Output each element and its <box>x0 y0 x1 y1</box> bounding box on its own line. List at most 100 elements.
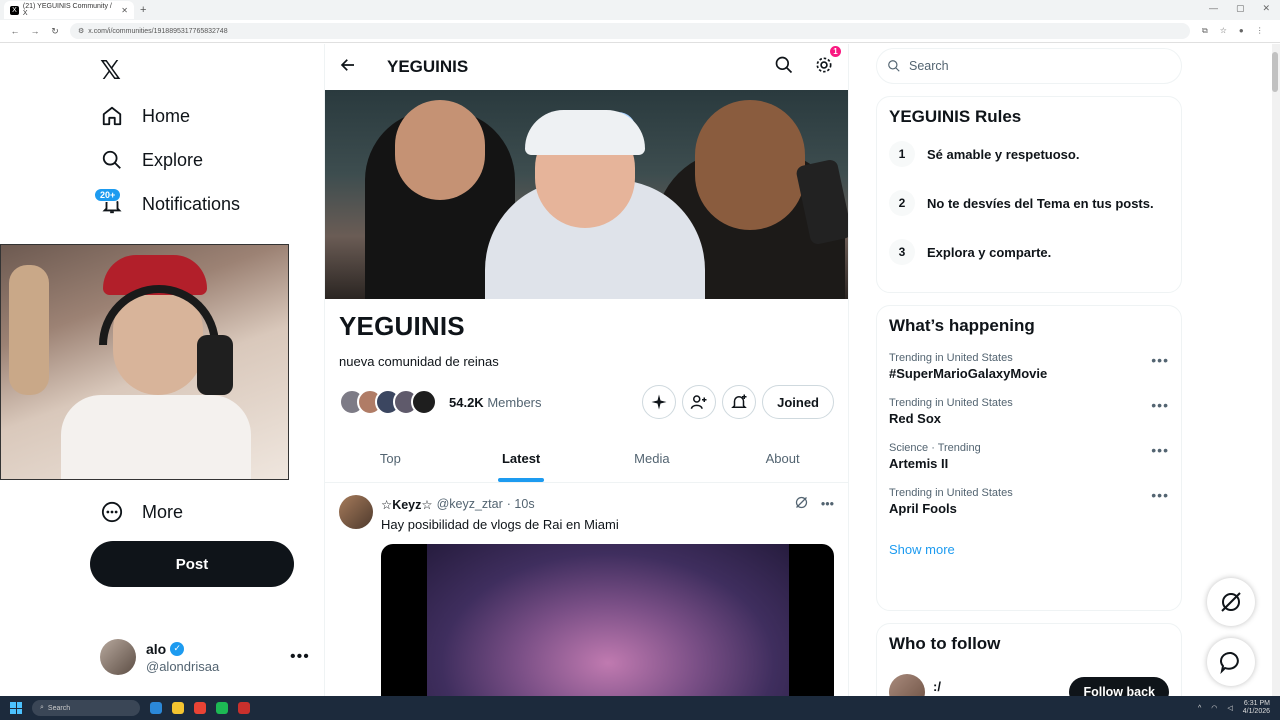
scrollbar-thumb[interactable] <box>1272 52 1278 92</box>
invite-button[interactable] <box>682 385 717 419</box>
account-menu-icon[interactable]: ••• <box>290 648 310 666</box>
tab-media[interactable]: Media <box>587 435 718 482</box>
nav-home[interactable]: Home <box>100 104 190 128</box>
menu-icon[interactable]: ⋮ <box>1256 26 1264 36</box>
member-avatar <box>411 389 437 415</box>
windows-start-icon[interactable] <box>10 702 22 714</box>
taskbar-search[interactable]: ⌕ Search <box>32 700 140 716</box>
new-tab-icon[interactable]: + <box>140 4 146 16</box>
webcam-overlay <box>0 244 289 480</box>
spotify-app-icon[interactable] <box>216 702 228 714</box>
chrome-app-icon[interactable] <box>194 702 206 714</box>
account-switcher[interactable]: alo ✓ @alondrisaa <box>100 639 219 675</box>
trend-title: #SuperMarioGalaxyMovie <box>889 366 1048 381</box>
account-handle: @alondrisaa <box>146 658 220 674</box>
window-controls: — ▢ ✕ <box>1209 3 1270 14</box>
nav-explore[interactable]: Explore <box>100 148 203 172</box>
messages-fab[interactable] <box>1207 638 1255 686</box>
post-author-name[interactable]: ☆Keyz☆ <box>381 497 433 512</box>
minimize-icon[interactable]: — <box>1209 3 1218 14</box>
who-to-follow-title: Who to follow <box>889 634 1001 653</box>
post-author-handle[interactable]: @keyz_ztar <box>437 497 503 511</box>
trend-item[interactable]: Trending in United States April Fools ••… <box>889 487 1169 516</box>
avatar <box>100 639 136 675</box>
trend-more-icon[interactable]: ••• <box>1151 442 1169 458</box>
trend-title: April Fools <box>889 501 957 516</box>
clock-time: 6:31 PM <box>1243 700 1270 707</box>
edge-app-icon[interactable] <box>150 702 162 714</box>
forward-nav-icon[interactable]: → <box>30 26 40 36</box>
bell-plus-icon <box>731 394 747 408</box>
browser-tab[interactable]: X (21) YEGUINIS Community / X ✕ <box>4 1 134 19</box>
nav-more[interactable]: More <box>100 500 183 524</box>
show-more-link[interactable]: Show more <box>889 542 1169 571</box>
trend-more-icon[interactable]: ••• <box>1151 352 1169 368</box>
chevron-up-icon[interactable]: ^ <box>1198 705 1201 712</box>
wifi-icon[interactable]: ◠ <box>1211 704 1217 712</box>
page-scrollbar[interactable] <box>1272 44 1280 696</box>
trend-context: Science · Trending <box>889 442 981 454</box>
app-icon[interactable] <box>238 702 250 714</box>
x-logo-icon[interactable]: 𝕏 <box>100 56 121 86</box>
back-arrow-icon[interactable] <box>339 56 363 79</box>
rule-item[interactable]: 1 Sé amable y respetuoso. <box>889 141 1169 167</box>
tab-close-icon[interactable]: ✕ <box>121 6 128 15</box>
webcam-person-shirt <box>61 395 251 479</box>
post-time[interactable]: · 10s <box>507 497 535 511</box>
post-more-icon[interactable]: ••• <box>821 497 834 511</box>
grok-icon[interactable] <box>794 495 809 513</box>
post-header: ☆Keyz☆ @keyz_ztar · 10s ••• <box>381 495 834 513</box>
follow-back-button[interactable]: Follow back <box>1069 677 1169 696</box>
volume-icon[interactable]: ◁ <box>1227 704 1232 712</box>
trend-context: Trending in United States <box>889 487 1013 499</box>
rule-number: 3 <box>889 239 915 265</box>
search-input[interactable]: Search <box>876 48 1182 84</box>
trend-item[interactable]: Trending in United States #SuperMarioGal… <box>889 352 1169 381</box>
search-icon[interactable] <box>774 55 794 80</box>
more-circle-icon <box>100 500 124 524</box>
members-count[interactable]: 54.2K Members <box>449 395 542 410</box>
follow-suggestion[interactable]: :/ Follow back <box>889 674 1169 696</box>
banner-person-2-hat <box>525 110 645 155</box>
window-close-icon[interactable]: ✕ <box>1262 3 1270 14</box>
bookmark-icon[interactable]: ☆ <box>1220 26 1227 36</box>
tab-top[interactable]: Top <box>325 435 456 482</box>
post[interactable]: ☆Keyz☆ @keyz_ztar · 10s ••• Hay posibili… <box>325 483 848 696</box>
file-explorer-icon[interactable] <box>172 702 184 714</box>
post-media-video[interactable] <box>381 544 834 696</box>
community-info: YEGUINIS nueva comunidad de reinas 54.2K… <box>325 299 848 435</box>
notify-button[interactable] <box>722 385 757 419</box>
member-avatars[interactable] <box>339 389 437 415</box>
trend-item[interactable]: Trending in United States Red Sox ••• <box>889 397 1169 426</box>
search-placeholder: Search <box>909 59 949 73</box>
tab-about[interactable]: About <box>717 435 848 482</box>
grok-fab[interactable] <box>1207 578 1255 626</box>
clock[interactable]: 6:31 PM 4/1/2026 <box>1243 700 1270 716</box>
trend-more-icon[interactable]: ••• <box>1151 487 1169 503</box>
clock-date: 4/1/2026 <box>1242 708 1270 715</box>
community-main: YEGUINIS 1 YEGUINIS nueva comunidad de r… <box>324 44 849 696</box>
trend-title: Artemis II <box>889 456 949 471</box>
rule-number: 1 <box>889 141 915 167</box>
url-field[interactable]: ⚙ x.com/i/communities/191889531776583274… <box>70 23 1190 39</box>
trend-item[interactable]: Science · Trending Artemis II ••• <box>889 442 1169 471</box>
site-info-icon[interactable]: ⚙ <box>78 27 84 35</box>
trend-more-icon[interactable]: ••• <box>1151 397 1169 413</box>
rule-item[interactable]: 3 Explora y comparte. <box>889 239 1169 265</box>
rule-text: Sé amable y respetuoso. <box>927 146 1080 162</box>
joined-button[interactable]: Joined <box>762 385 834 419</box>
post-avatar[interactable] <box>339 495 373 529</box>
reload-icon[interactable]: ↻ <box>50 26 60 37</box>
back-nav-icon[interactable]: ← <box>10 26 20 36</box>
avatar[interactable] <box>889 674 925 696</box>
maximize-icon[interactable]: ▢ <box>1236 3 1245 14</box>
tab-latest[interactable]: Latest <box>456 435 587 482</box>
settings-button[interactable]: 1 <box>814 44 842 80</box>
follow-user-name[interactable]: :/ <box>933 679 941 694</box>
profile-icon[interactable]: ● <box>1239 26 1244 36</box>
nav-notifications[interactable]: Notifications <box>100 192 240 216</box>
sparkle-button[interactable] <box>642 385 677 419</box>
translate-icon[interactable]: ⧉ <box>1202 26 1208 36</box>
rule-item[interactable]: 2 No te desvíes del Tema en tus posts. <box>889 190 1169 216</box>
post-button[interactable]: Post <box>90 541 294 587</box>
